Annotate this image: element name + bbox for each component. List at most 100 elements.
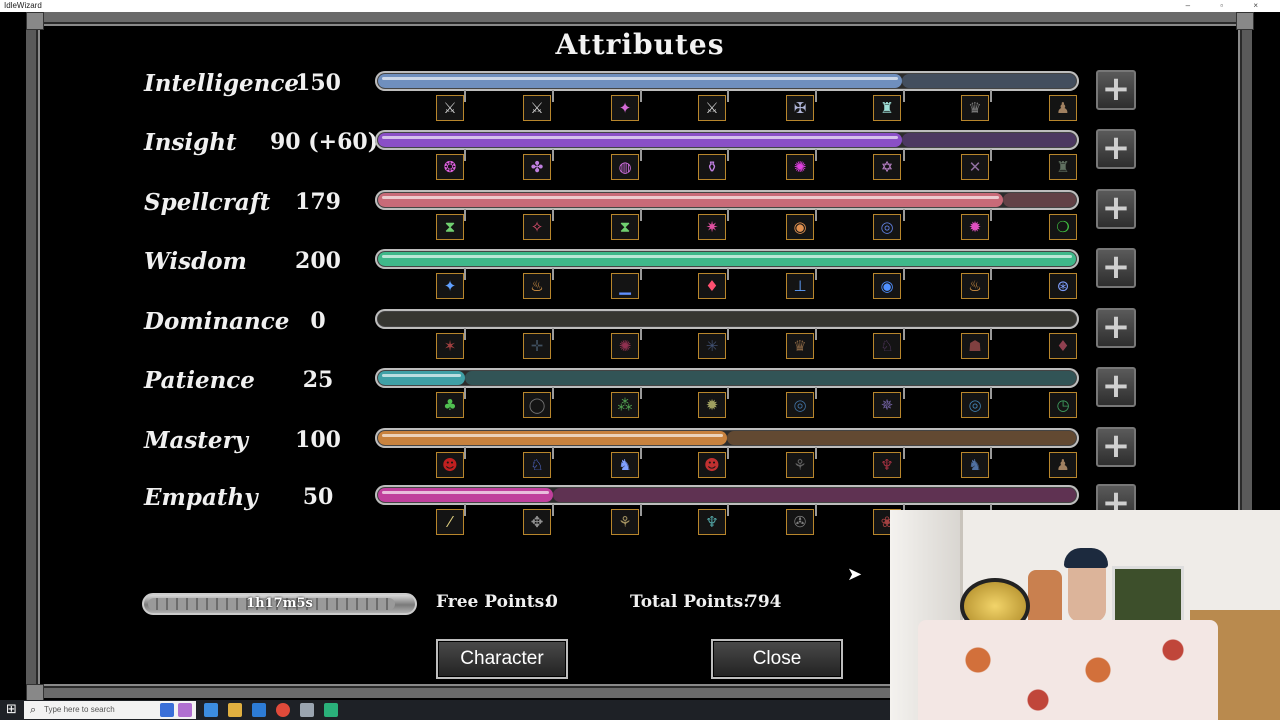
progress-tick [640,328,642,340]
search-placeholder: Type here to search [44,705,115,714]
progress-tick [727,504,729,516]
spire-icon: ♆ [698,509,726,535]
progress-tick [640,504,642,516]
total-points-label: Total Points: [630,592,750,612]
character-button[interactable]: Character [436,639,568,679]
drop-icon: ♦ [1049,333,1077,359]
progress-tick [990,447,992,459]
mouse-cursor-icon: ➤ [847,564,863,585]
attribute-value: 100 [295,427,341,453]
progress-tick [727,209,729,221]
progress-tick [464,209,466,221]
vortex-icon: ◎ [961,392,989,418]
add-dominance-button[interactable]: + [1096,308,1136,348]
attribute-value: 90 (+60) [270,129,379,155]
taskbar-app-icon[interactable] [300,703,314,717]
progress-tick [815,90,817,102]
trident-icon: ♆ [873,452,901,478]
taskbar: ⊞ ⌕ Type here to search [0,700,890,720]
taskbar-app-icon[interactable] [324,703,338,717]
attribute-progress-bar [375,190,1079,210]
progress-tick [640,90,642,102]
progress-tick [990,149,992,161]
progress-tick [990,209,992,221]
window-controls[interactable]: – ▫ × [1186,0,1272,12]
window-title: IdleWizard [4,1,42,10]
tower-icon: ♜ [873,95,901,121]
timer-bar: 1h17m5s [142,593,417,615]
progress-tick [640,209,642,221]
attribute-progress-bar [375,428,1079,448]
blue-knight-icon: ♘ [523,452,551,478]
clock-icon: ◷ [1049,392,1077,418]
windows-start-icon[interactable]: ⊞ [6,703,17,717]
add-mastery-button[interactable]: + [1096,427,1136,467]
frame-corner [1236,12,1254,30]
taskbar-app-icon[interactable] [160,703,174,717]
progress-tick [903,90,905,102]
crosshair-icon: ✛ [523,333,551,359]
free-points-value: 0 [546,592,558,612]
attribute-value: 50 [302,484,334,510]
candle-icon: ♨ [523,273,551,299]
progress-tick [990,328,992,340]
sword-icon: ⚔ [436,95,464,121]
clover-icon: ✤ [523,154,551,180]
portal-icon: ⊛ [1049,273,1077,299]
progress-tick [903,328,905,340]
attribute-name: Empathy [144,484,258,511]
add-wisdom-button[interactable]: + [1096,248,1136,288]
add-spellcraft-button[interactable]: + [1096,189,1136,229]
taskbar-app-icon[interactable] [178,703,192,717]
add-patience-button[interactable]: + [1096,367,1136,407]
frog-icon: ♣ [436,392,464,418]
progress-tick [815,447,817,459]
red-spark-icon: ✶ [436,333,464,359]
attribute-progress-fill [378,431,727,445]
progress-tick [464,149,466,161]
burst-icon: ✺ [786,154,814,180]
spiral-icon: ◎ [786,392,814,418]
progress-tick [815,504,817,516]
progress-tick [903,149,905,161]
close-button[interactable]: Close [711,639,843,679]
progress-tick [640,387,642,399]
progress-tick [815,209,817,221]
webcam-overlay [890,510,1280,720]
chrome-icon[interactable] [276,703,290,717]
folder-icon[interactable] [228,703,242,717]
attribute-progress-track [1003,193,1076,207]
bone-icon: ⁄ [436,509,464,535]
urn-icon: ⚱ [698,154,726,180]
progress-tick [552,209,554,221]
taskbar-app-icon[interactable] [204,703,218,717]
blue-star-icon: ✦ [436,273,464,299]
star-icon: ✡ [873,154,901,180]
attribute-progress-track [727,431,1076,445]
progress-tick [815,268,817,280]
progress-tick [640,447,642,459]
circle-icon: ◯ [523,392,551,418]
statue-icon: ⚘ [786,452,814,478]
attribute-name: Spellcraft [144,189,271,216]
progress-tick [727,328,729,340]
progress-tick [552,504,554,516]
attribute-progress-fill [378,193,1003,207]
clusters-icon: ⁂ [611,392,639,418]
progress-tick [552,149,554,161]
orb-icon: ◍ [611,154,639,180]
crown-icon: ♛ [961,95,989,121]
attribute-progress-bar [375,309,1079,329]
figure-icon: ♟ [1049,452,1077,478]
add-insight-button[interactable]: + [1096,129,1136,169]
house-icon: ☗ [961,333,989,359]
wheel-icon: ✇ [786,509,814,535]
attribute-name: Dominance [144,308,290,335]
taskbar-app-icon[interactable] [252,703,266,717]
starburst-icon: ✷ [698,214,726,240]
attribute-name: Insight [144,129,237,156]
progress-tick [903,209,905,221]
add-intelligence-button[interactable]: + [1096,70,1136,110]
attribute-progress-track [553,488,1076,502]
attribute-progress-track [378,312,1076,326]
